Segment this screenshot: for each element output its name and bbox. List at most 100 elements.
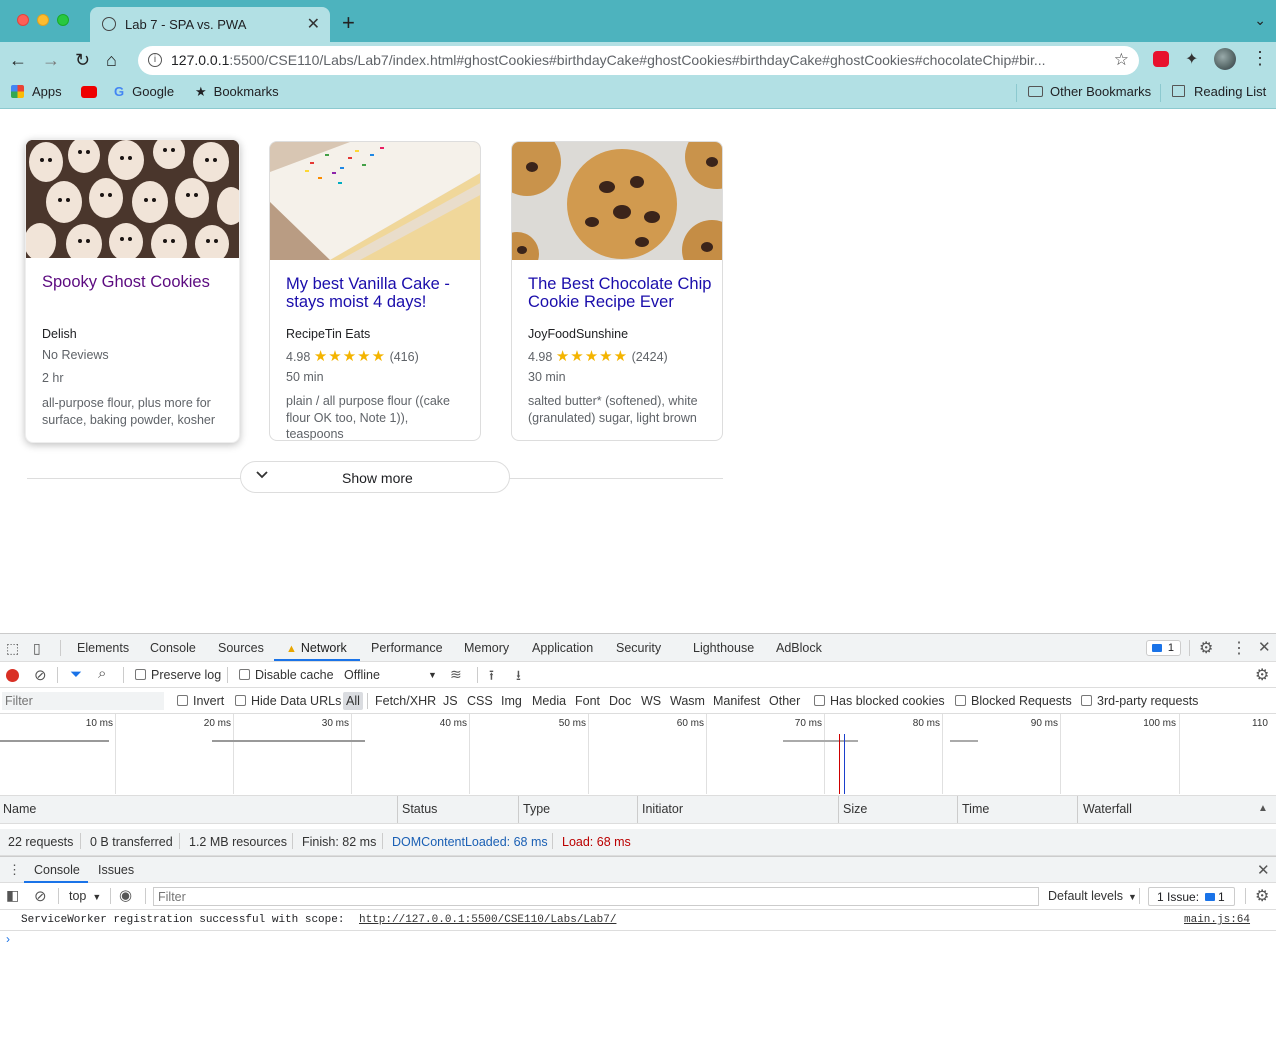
column-type[interactable]: Type	[523, 802, 550, 816]
drawer-menu-icon[interactable]: ⋮	[8, 862, 21, 878]
bookmark-star-icon[interactable]: ☆	[1114, 50, 1129, 70]
log-levels-select[interactable]: Default levels ▼	[1048, 889, 1137, 903]
column-time[interactable]: Time	[962, 802, 989, 816]
column-separator[interactable]	[1077, 796, 1078, 823]
issues-badge[interactable]: 1	[1146, 640, 1181, 656]
column-separator[interactable]	[957, 796, 958, 823]
recipe-card[interactable]: My best Vanilla Cake - stays moist 4 day…	[269, 141, 481, 441]
invert-checkbox[interactable]: Invert	[177, 694, 224, 708]
blocked-requests-checkbox[interactable]: Blocked Requests	[955, 694, 1072, 708]
close-window-button[interactable]	[17, 14, 29, 26]
browser-tab[interactable]: Lab 7 - SPA vs. PWA ✕	[90, 7, 330, 42]
console-source-link[interactable]: main.js:64	[1184, 914, 1250, 926]
type-filter-font[interactable]: Font	[575, 694, 600, 708]
network-filter-input[interactable]	[2, 692, 164, 710]
address-bar[interactable]: i 127.0.0.1:5500/CSE110/Labs/Lab7/index.…	[138, 46, 1139, 75]
home-button[interactable]: ⌂	[106, 50, 117, 70]
network-settings-gear-icon[interactable]: ⚙	[1255, 665, 1269, 685]
type-filter-img[interactable]: Img	[501, 694, 522, 708]
drawer-tab-issues[interactable]: Issues	[98, 863, 134, 877]
more-options-icon[interactable]: ⋮	[1231, 638, 1247, 658]
column-separator[interactable]	[397, 796, 398, 823]
minimize-window-button[interactable]	[37, 14, 49, 26]
export-har-icon[interactable]: ⭳	[516, 665, 521, 689]
throttle-select[interactable]: Offline ▼	[344, 668, 437, 682]
inspect-element-icon[interactable]: ⬚	[6, 640, 19, 657]
settings-gear-icon[interactable]: ⚙	[1199, 638, 1213, 658]
new-tab-button[interactable]: +	[342, 12, 355, 34]
youtube-icon[interactable]	[81, 86, 97, 98]
clear-console-icon[interactable]: ⊘	[34, 887, 47, 905]
recipe-card[interactable]: Spooky Ghost Cookies Delish No Reviews 2…	[25, 139, 240, 443]
reading-list[interactable]: Reading List	[1172, 84, 1266, 99]
clear-icon[interactable]: ⊘	[34, 666, 47, 684]
tab-lighthouse[interactable]: Lighthouse	[693, 641, 754, 655]
tab-memory[interactable]: Memory	[464, 641, 509, 655]
device-toolbar-icon[interactable]: ▯	[33, 640, 41, 657]
column-separator[interactable]	[637, 796, 638, 823]
type-filter-fetch[interactable]: Fetch/XHR	[375, 694, 436, 708]
tab-search-icon[interactable]: ⌄	[1254, 12, 1266, 29]
type-filter-media[interactable]: Media	[532, 694, 566, 708]
profile-avatar[interactable]	[1214, 48, 1236, 70]
disable-cache-checkbox[interactable]: Disable cache	[239, 668, 334, 682]
context-select[interactable]: top ▼	[69, 889, 101, 903]
back-button[interactable]: ←	[9, 50, 27, 70]
type-filter-ws[interactable]: WS	[641, 694, 661, 708]
close-tab-icon[interactable]: ✕	[307, 14, 320, 34]
eye-icon[interactable]: ◉	[119, 886, 132, 904]
hide-data-urls-checkbox[interactable]: Hide Data URLs	[235, 694, 341, 708]
tab-security[interactable]: Security	[616, 641, 661, 655]
column-name[interactable]: Name	[3, 802, 36, 816]
column-separator[interactable]	[518, 796, 519, 823]
bookmark-apps[interactable]: Apps	[11, 84, 62, 99]
tab-sources[interactable]: Sources	[218, 641, 264, 655]
filter-funnel-icon[interactable]: ⏷	[70, 666, 82, 683]
forward-button[interactable]: →	[42, 50, 60, 70]
column-separator[interactable]	[838, 796, 839, 823]
type-filter-js[interactable]: JS	[443, 694, 458, 708]
site-info-icon[interactable]: i	[148, 53, 162, 67]
recipe-title-link[interactable]: Spooky Ghost Cookies	[42, 273, 227, 291]
console-settings-gear-icon[interactable]: ⚙	[1255, 886, 1269, 906]
chrome-menu-icon[interactable]: ⋮	[1251, 48, 1269, 69]
type-filter-other[interactable]: Other	[769, 694, 800, 708]
tab-performance[interactable]: Performance	[371, 641, 443, 655]
type-filter-all[interactable]: All	[343, 692, 363, 710]
console-filter-input[interactable]	[153, 887, 1039, 906]
type-filter-doc[interactable]: Doc	[609, 694, 631, 708]
third-party-requests-checkbox[interactable]: 3rd-party requests	[1081, 694, 1198, 708]
reload-button[interactable]: ↻	[75, 50, 90, 70]
type-filter-manifest[interactable]: Manifest	[713, 694, 760, 708]
drawer-tab-console[interactable]: Console	[34, 863, 80, 877]
wifi-settings-icon[interactable]: ≋	[450, 666, 462, 683]
column-status[interactable]: Status	[402, 802, 437, 816]
console-message-link[interactable]: http://127.0.0.1:5500/CSE110/Labs/Lab7/	[359, 914, 616, 926]
column-size[interactable]: Size	[843, 802, 867, 816]
tab-network[interactable]: ▲ Network	[286, 641, 347, 655]
tab-elements[interactable]: Elements	[77, 641, 129, 655]
show-more-button[interactable]: Show more	[240, 461, 510, 493]
type-filter-css[interactable]: CSS	[467, 694, 493, 708]
recipe-title-link[interactable]: My best Vanilla Cake - stays moist 4 day…	[286, 275, 471, 311]
bookmark-other[interactable]: Other Bookmarks	[1028, 84, 1151, 99]
recipe-card[interactable]: The Best Chocolate Chip Cookie Recipe Ev…	[511, 141, 723, 441]
search-icon[interactable]: ⌕	[98, 665, 106, 682]
close-devtools-icon[interactable]: ✕	[1258, 638, 1271, 656]
column-waterfall[interactable]: Waterfall	[1083, 802, 1132, 816]
network-overview-timeline[interactable]: 10 ms 20 ms 30 ms 40 ms 50 ms 60 ms 70 m…	[0, 714, 1276, 796]
record-icon[interactable]	[6, 669, 19, 682]
issues-counter-button[interactable]: 1 Issue: 1	[1148, 887, 1235, 906]
console-prompt-icon[interactable]: ›	[6, 932, 10, 946]
tab-application[interactable]: Application	[532, 641, 593, 655]
close-drawer-icon[interactable]: ✕	[1257, 861, 1270, 879]
bookmark-google[interactable]: G Google	[114, 84, 174, 99]
sort-ascending-icon[interactable]: ▲	[1258, 803, 1268, 814]
import-har-icon[interactable]: ⭱	[489, 665, 494, 689]
tab-console[interactable]: Console	[150, 641, 196, 655]
type-filter-wasm[interactable]: Wasm	[670, 694, 705, 708]
bookmark-bookmarks[interactable]: ★ Bookmarks	[195, 84, 279, 100]
column-initiator[interactable]: Initiator	[642, 802, 683, 816]
preserve-log-checkbox[interactable]: Preserve log	[135, 668, 221, 682]
sidebar-toggle-icon[interactable]: ◧	[6, 887, 19, 904]
